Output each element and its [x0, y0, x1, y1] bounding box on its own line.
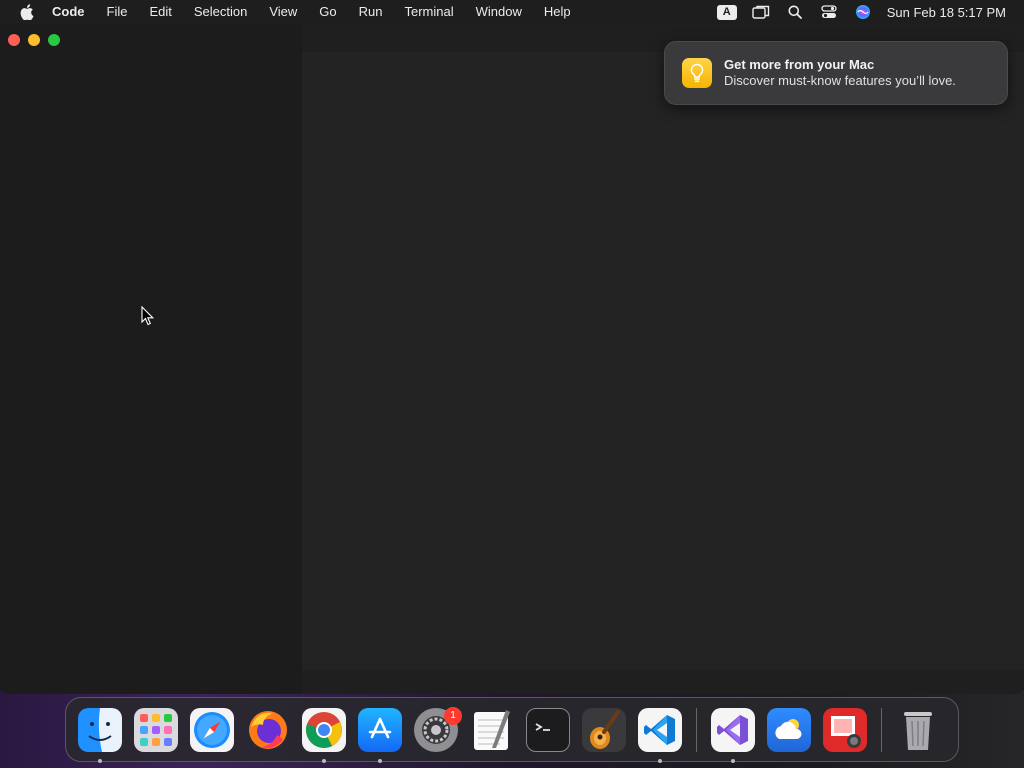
notification-title: Get more from your Mac — [724, 57, 875, 72]
menu-selection[interactable]: Selection — [183, 0, 258, 24]
editor-area[interactable] — [302, 52, 1024, 670]
menu-edit[interactable]: Edit — [138, 0, 182, 24]
finder-icon — [78, 707, 122, 752]
menu-bar: Code File Edit Selection View Go Run Ter… — [0, 0, 1024, 24]
dock-separator — [881, 707, 882, 752]
running-indicator — [658, 758, 662, 763]
menu-file[interactable]: File — [96, 0, 139, 24]
vscode-icon — [638, 707, 682, 752]
notification-banner[interactable]: Get more from your Mac Discover must-kno… — [664, 41, 1008, 105]
dock-item-terminal[interactable] — [524, 706, 572, 754]
launchpad-icon — [134, 707, 178, 752]
running-indicator — [378, 758, 382, 763]
dock-item-app-store[interactable] — [356, 706, 404, 763]
lightbulb-icon — [682, 58, 712, 88]
notification-body: Discover must-know features you’ll love. — [724, 73, 956, 88]
dock-item-weather[interactable] — [765, 706, 813, 754]
menu-help[interactable]: Help — [533, 0, 582, 24]
menu-terminal[interactable]: Terminal — [394, 0, 465, 24]
siri-icon[interactable] — [853, 4, 873, 20]
dock-item-vscode[interactable] — [636, 706, 684, 763]
menubar-clock[interactable]: Sun Feb 18 5:17 PM — [887, 5, 1006, 20]
notification-text: Get more from your Mac Discover must-kno… — [724, 57, 956, 89]
dock-separator — [696, 707, 697, 752]
dock-item-system-settings[interactable]: 1 — [412, 706, 462, 754]
mouse-cursor-icon — [141, 305, 155, 331]
dock-item-finder[interactable] — [76, 706, 124, 763]
menubar-status-area: A Sun Feb 18 5:17 PM — [716, 0, 1006, 24]
photo-booth-icon — [823, 707, 867, 752]
firefox-icon — [246, 708, 290, 752]
vscode-window — [0, 24, 1024, 694]
menu-go[interactable]: Go — [308, 0, 347, 24]
dock-item-firefox[interactable] — [244, 706, 292, 754]
dock-item-photo-booth[interactable] — [821, 706, 869, 754]
dock-item-safari[interactable] — [188, 706, 236, 754]
safari-icon — [190, 707, 234, 752]
terminal-icon — [526, 707, 570, 752]
trash-icon — [896, 708, 940, 752]
notification-badge: 1 — [444, 706, 462, 725]
menu-app-name[interactable]: Code — [52, 0, 96, 24]
spotlight-search-icon[interactable] — [785, 4, 805, 20]
apple-icon[interactable] — [18, 3, 36, 21]
window-controls — [8, 34, 60, 46]
running-indicator — [731, 758, 735, 763]
weather-icon — [767, 707, 811, 752]
app-store-icon — [358, 707, 402, 752]
dock-item-visual-studio[interactable] — [709, 706, 757, 763]
dock-item-launchpad[interactable] — [132, 706, 180, 754]
input-source-indicator[interactable]: A — [716, 4, 737, 20]
zoom-window-button[interactable] — [48, 34, 60, 46]
close-window-button[interactable] — [8, 34, 20, 46]
screen-mirroring-icon[interactable] — [751, 4, 771, 20]
dock-item-garageband[interactable] — [580, 706, 628, 754]
dock-item-trash[interactable] — [894, 706, 942, 754]
menu-run[interactable]: Run — [348, 0, 394, 24]
control-center-icon[interactable] — [819, 4, 839, 20]
dock-item-textedit[interactable] — [468, 706, 516, 754]
menu-window[interactable]: Window — [465, 0, 533, 24]
running-indicator — [98, 758, 102, 763]
dock: 1 — [65, 697, 959, 763]
garageband-icon — [582, 707, 626, 752]
minimize-window-button[interactable] — [28, 34, 40, 46]
menu-view[interactable]: View — [258, 0, 308, 24]
dock-item-chrome[interactable] — [300, 706, 348, 763]
running-indicator — [322, 758, 326, 763]
textedit-icon — [470, 708, 514, 752]
visual-studio-icon — [711, 707, 755, 752]
window-sidebar — [0, 24, 302, 694]
chrome-icon — [302, 707, 346, 752]
